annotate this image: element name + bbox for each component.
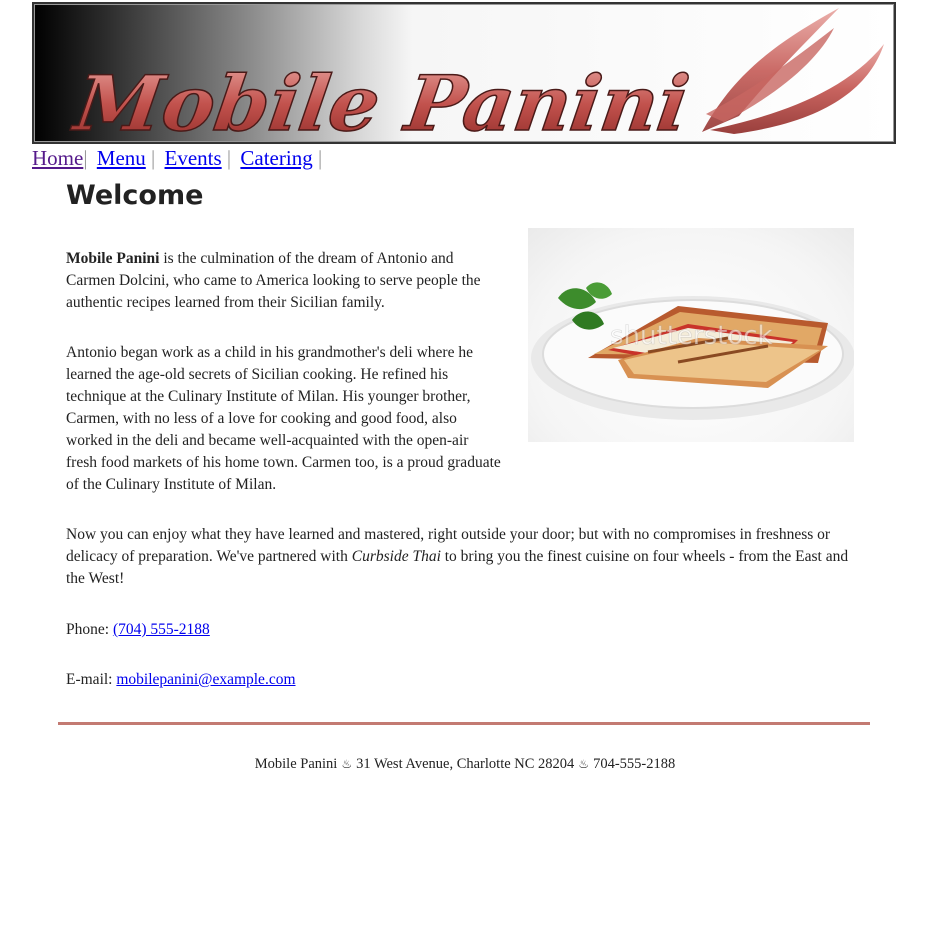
nav-menu-link[interactable]: Menu — [97, 146, 146, 170]
site-banner: Mobile Panini — [32, 2, 896, 144]
intro-paragraph: Mobile Panini is the culmination of the … — [66, 248, 506, 314]
footer-divider — [58, 722, 870, 725]
phone-line: Phone: (704) 555-2188 — [66, 619, 210, 641]
phone-label: Phone: — [66, 621, 113, 638]
panini-image-icon: shutterstock — [531, 282, 854, 420]
photo-watermark: shutterstock — [610, 321, 773, 351]
nav-home-link[interactable]: Home — [32, 146, 83, 170]
logo-text: Mobile Panini — [67, 59, 695, 142]
brand-name: Mobile Panini — [66, 250, 160, 267]
phone-link[interactable]: (704) 555-2188 — [113, 621, 210, 638]
partnership-paragraph: Now you can enjoy what they have learned… — [66, 524, 866, 590]
page-title: Welcome — [66, 180, 204, 211]
nav-events-link[interactable]: Events — [165, 146, 222, 170]
email-link[interactable]: mobilepanini@example.com — [116, 671, 295, 688]
nav-catering-link[interactable]: Catering — [240, 146, 312, 170]
nav-separator: | — [226, 146, 232, 170]
footer-ornament-icon: ♨ — [341, 757, 353, 771]
logo-swoosh-icon: Mobile Panini — [66, 8, 884, 142]
site-footer: Mobile Panini ♨ 31 West Avenue, Charlotte … — [0, 756, 930, 773]
footer-ornament-icon: ♨ — [578, 757, 590, 771]
nav-separator: | — [83, 146, 88, 170]
footer-phone: 704-555-2188 — [593, 756, 676, 772]
footer-address: 31 West Avenue, Charlotte NC 28204 — [356, 756, 575, 772]
email-label: E-mail: — [66, 671, 117, 688]
footer-name: Mobile Panini — [254, 756, 338, 772]
nav-separator: | — [317, 146, 323, 170]
panini-photo: shutterstock — [528, 228, 854, 442]
main-nav: Home| Menu | Events | Catering | — [32, 146, 326, 171]
email-line: E-mail: mobilepanini@example.com — [66, 669, 296, 691]
nav-separator: | — [151, 146, 156, 170]
history-paragraph: Antonio began work as a child in his gra… — [66, 344, 501, 493]
partner-name: Curbside Thai — [351, 548, 441, 565]
